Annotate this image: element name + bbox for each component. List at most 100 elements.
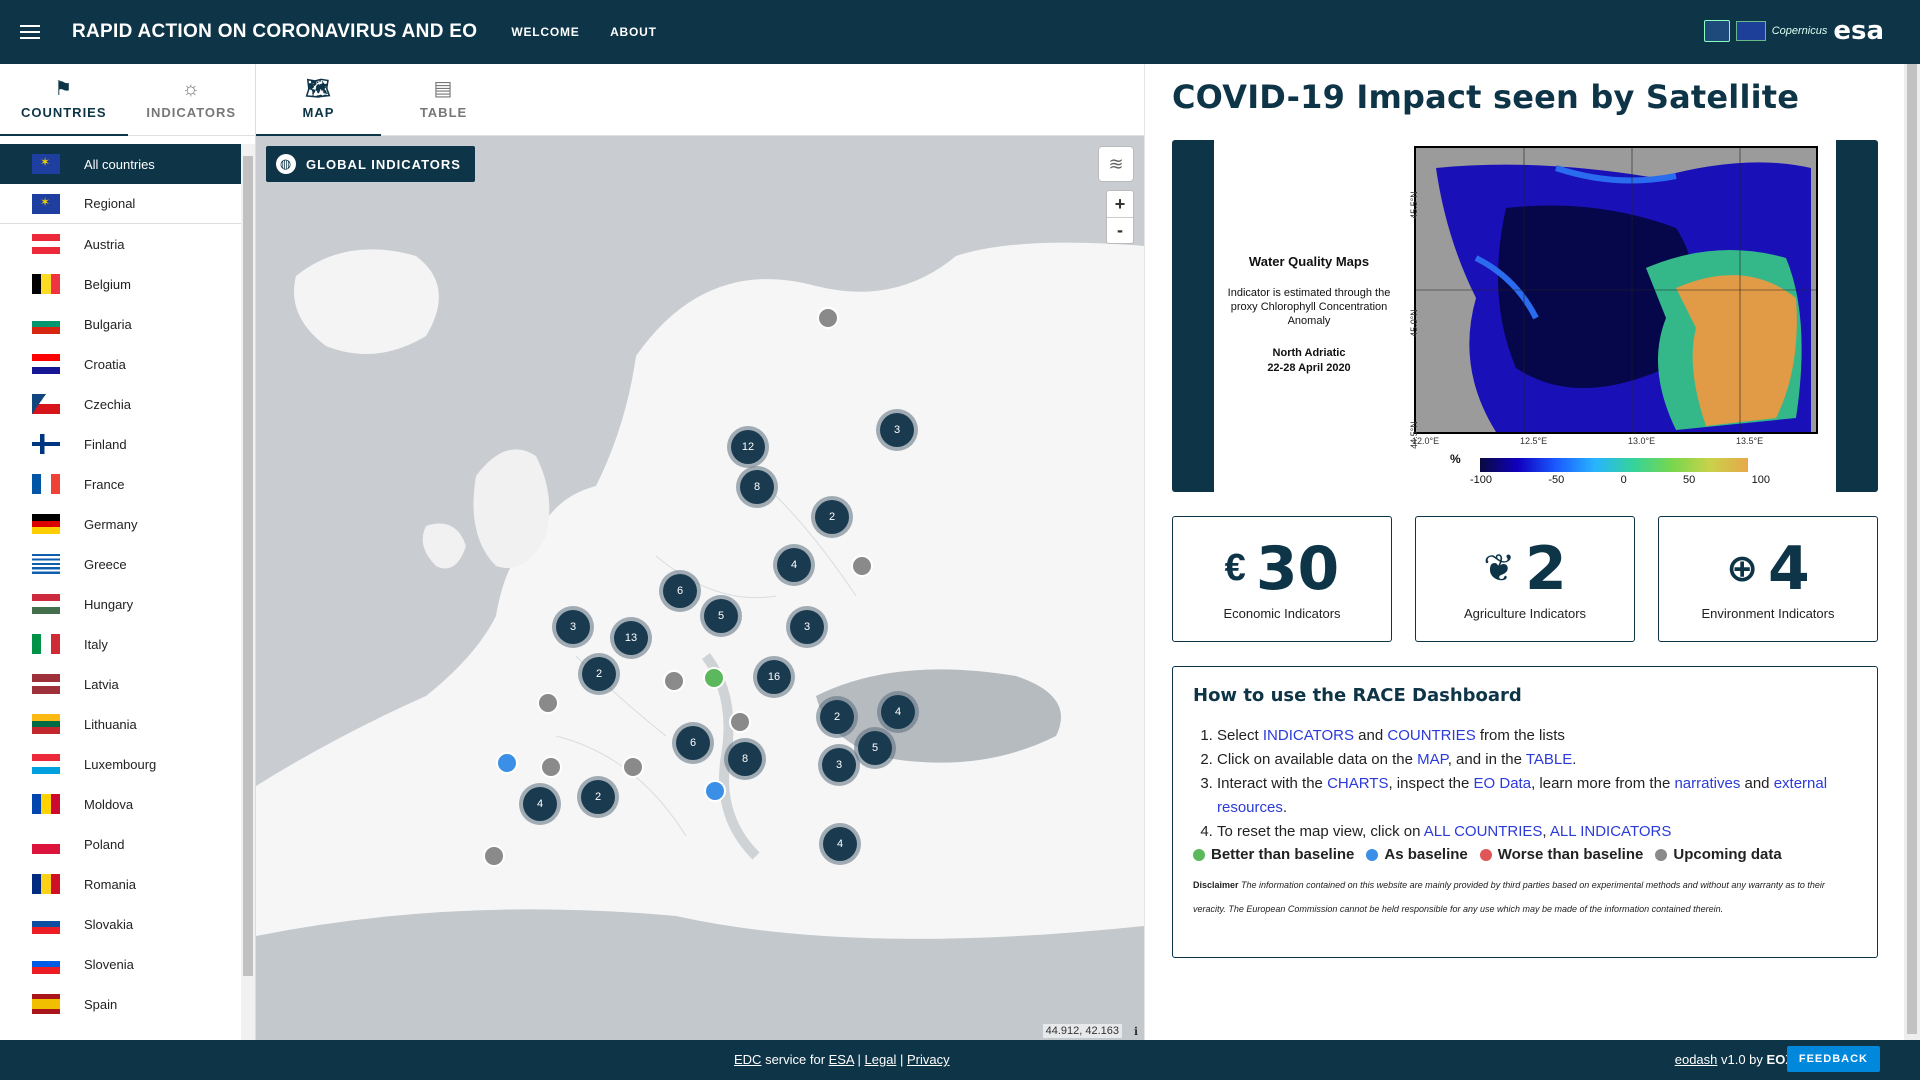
top-nav: WELCOME ABOUT	[511, 23, 682, 41]
country-item-germany[interactable]: Germany	[0, 504, 241, 544]
legal-link[interactable]: Legal	[865, 1052, 897, 1067]
tab-countries[interactable]: ⚑ COUNTRIES	[0, 64, 128, 136]
country-item-slovakia[interactable]: Slovakia	[0, 904, 241, 944]
all-indicators-link[interactable]: ALL INDICATORS	[1550, 823, 1671, 840]
country-item-hungary[interactable]: Hungary	[0, 584, 241, 624]
eodash-link[interactable]: eodash	[1675, 1052, 1718, 1067]
country-item-croatia[interactable]: Croatia	[0, 344, 241, 384]
menu-icon[interactable]	[20, 25, 40, 39]
country-item-bulgaria[interactable]: Bulgaria	[0, 304, 241, 344]
page-title: COVID-19 Impact seen by Satellite	[1172, 78, 1800, 116]
country-label: Bulgaria	[84, 316, 132, 332]
country-item-regional[interactable]: Regional	[0, 184, 241, 224]
country-label: Latvia	[84, 676, 119, 692]
cluster-marker[interactable]: 5	[704, 599, 738, 633]
indicators-link[interactable]: INDICATORS	[1263, 727, 1354, 744]
global-indicators-button[interactable]: ◍ GLOBAL INDICATORS	[266, 146, 475, 182]
color-scale-labels: -100 -50 0 50 100	[1470, 474, 1770, 486]
cluster-marker[interactable]: 4	[823, 827, 857, 861]
zoom-in-button[interactable]: +	[1107, 191, 1133, 217]
cluster-marker[interactable]: 2	[815, 500, 849, 534]
cluster-marker[interactable]: 2	[582, 657, 616, 691]
table-link[interactable]: TABLE	[1526, 751, 1572, 768]
edc-link[interactable]: EDC	[734, 1052, 761, 1067]
country-item-greece[interactable]: Greece	[0, 544, 241, 584]
page-scrollbar[interactable]	[1904, 64, 1920, 1040]
countries-link[interactable]: COUNTRIES	[1387, 727, 1475, 744]
charts-link[interactable]: CHARTS	[1327, 775, 1388, 792]
country-item-belgium[interactable]: Belgium	[0, 264, 241, 304]
cluster-marker[interactable]: 4	[777, 548, 811, 582]
country-item-romania[interactable]: Romania	[0, 864, 241, 904]
nav-welcome[interactable]: WELCOME	[511, 25, 579, 39]
country-list-scrollbar[interactable]	[241, 144, 255, 1040]
app-title[interactable]: RAPID ACTION ON CORONAVIRUS AND EO	[72, 21, 477, 43]
cluster-marker[interactable]: 4	[881, 695, 915, 729]
country-item-finland[interactable]: Finland	[0, 424, 241, 464]
tab-table[interactable]: ▤ TABLE	[381, 64, 506, 135]
country-item-czechia[interactable]: Czechia	[0, 384, 241, 424]
country-item-all[interactable]: All countries	[0, 144, 241, 184]
cluster-marker[interactable]: 2	[820, 700, 854, 734]
cluster-marker[interactable]: 3	[790, 610, 824, 644]
layers-icon[interactable]: ≋	[1098, 146, 1134, 182]
map-view[interactable]: ◍ GLOBAL INDICATORS ≋ + - 12 8 3 2 4 6 5…	[256, 136, 1144, 1040]
nav-about[interactable]: ABOUT	[610, 25, 657, 39]
cluster-marker[interactable]: 2	[581, 780, 615, 814]
map-link[interactable]: MAP	[1417, 751, 1448, 768]
esa-link[interactable]: ESA	[829, 1052, 854, 1067]
all-countries-link[interactable]: ALL COUNTRIES	[1424, 823, 1543, 840]
as-baseline-marker[interactable]	[704, 780, 726, 802]
cluster-marker[interactable]: 3	[556, 610, 590, 644]
upcoming-data-marker[interactable]	[540, 756, 562, 778]
narratives-link[interactable]: narratives	[1674, 775, 1740, 792]
zoom-out-button[interactable]: -	[1107, 217, 1133, 243]
country-item-spain[interactable]: Spain	[0, 984, 241, 1024]
country-item-italy[interactable]: Italy	[0, 624, 241, 664]
country-item-luxembourg[interactable]: Luxembourg	[0, 744, 241, 784]
upcoming-data-marker[interactable]	[663, 670, 685, 692]
cluster-marker[interactable]: 16	[757, 660, 791, 694]
belgium-flag-icon	[32, 274, 60, 294]
cluster-marker[interactable]: 3	[880, 413, 914, 447]
upcoming-data-marker[interactable]	[483, 845, 505, 867]
country-label: All countries	[84, 156, 155, 172]
eo-data-link[interactable]: EO Data	[1474, 775, 1532, 792]
cluster-marker[interactable]: 3	[822, 748, 856, 782]
cluster-marker[interactable]: 6	[676, 726, 710, 760]
tab-indicators[interactable]: ☼ INDICATORS	[128, 64, 256, 135]
scrollbar-thumb[interactable]	[1907, 64, 1917, 1034]
country-item-austria[interactable]: Austria	[0, 224, 241, 264]
upcoming-data-marker[interactable]	[817, 307, 839, 329]
country-item-moldova[interactable]: Moldova	[0, 784, 241, 824]
cluster-marker[interactable]: 6	[663, 574, 697, 608]
better-than-baseline-marker[interactable]	[703, 667, 725, 689]
country-item-lithuania[interactable]: Lithuania	[0, 704, 241, 744]
privacy-link[interactable]: Privacy	[907, 1052, 950, 1067]
country-item-latvia[interactable]: Latvia	[0, 664, 241, 704]
info-icon[interactable]: ℹ	[1134, 1025, 1138, 1038]
upcoming-data-marker[interactable]	[622, 756, 644, 778]
upcoming-data-marker[interactable]	[851, 555, 873, 577]
country-item-poland[interactable]: Poland	[0, 824, 241, 864]
upcoming-data-marker[interactable]	[729, 711, 751, 733]
feedback-button[interactable]: FEEDBACK	[1786, 1046, 1880, 1072]
legend-item: Upcoming data	[1655, 846, 1782, 863]
agriculture-indicators-card[interactable]: ❦ 2 Agriculture Indicators	[1415, 516, 1635, 642]
cluster-marker[interactable]: 13	[614, 621, 648, 655]
country-item-slovenia[interactable]: Slovenia	[0, 944, 241, 984]
tab-map[interactable]: 🗺 MAP	[256, 64, 381, 136]
cluster-marker[interactable]: 8	[740, 470, 774, 504]
economic-indicators-card[interactable]: €30 Economic Indicators	[1172, 516, 1392, 642]
country-label: Belgium	[84, 276, 131, 292]
scrollbar-thumb[interactable]	[243, 156, 253, 976]
cluster-marker[interactable]: 12	[731, 430, 765, 464]
cluster-marker[interactable]: 8	[728, 742, 762, 776]
cluster-marker[interactable]: 5	[858, 731, 892, 765]
as-baseline-marker[interactable]	[496, 752, 518, 774]
environment-indicators-card[interactable]: ⊕ 4 Environment Indicators	[1658, 516, 1878, 642]
featured-indicator-card[interactable]: Water Quality Maps Indicator is estimate…	[1172, 140, 1878, 492]
country-item-france[interactable]: France	[0, 464, 241, 504]
cluster-marker[interactable]: 4	[523, 787, 557, 821]
upcoming-data-marker[interactable]	[537, 692, 559, 714]
